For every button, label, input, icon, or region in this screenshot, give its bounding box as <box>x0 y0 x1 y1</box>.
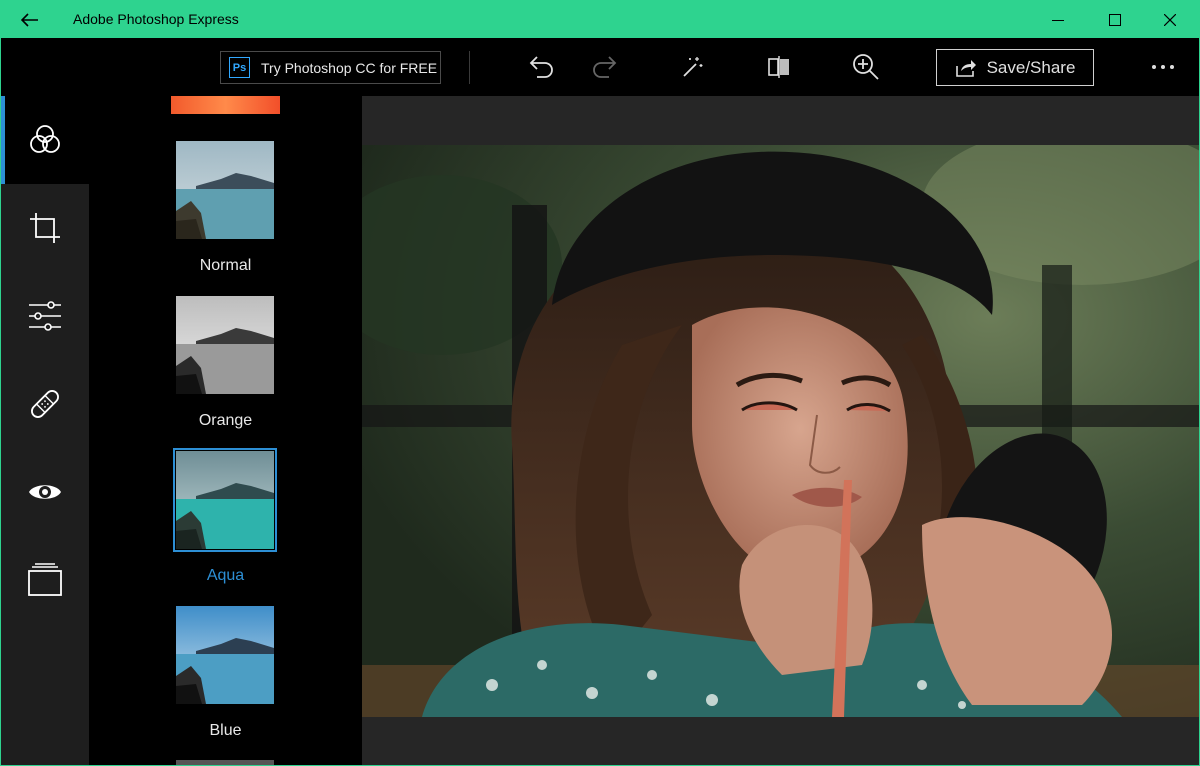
close-button[interactable] <box>1141 1 1199 38</box>
undo-icon <box>529 56 553 78</box>
close-icon <box>1164 13 1176 26</box>
crop-icon <box>30 213 60 243</box>
filter-label: Normal <box>199 257 252 274</box>
maximize-icon <box>1109 13 1121 26</box>
undo-button[interactable] <box>524 49 560 85</box>
magic-wand-icon <box>683 57 703 77</box>
edited-photo[interactable] <box>362 145 1199 717</box>
redo-button[interactable] <box>586 49 622 85</box>
toolbar-divider <box>469 51 470 84</box>
maximize-button[interactable] <box>1086 1 1144 38</box>
layers-icon <box>28 563 62 596</box>
try-photoshop-button[interactable]: Ps Try Photoshop CC for FREE <box>220 51 441 84</box>
filter-thumbnail-partial[interactable] <box>176 760 274 765</box>
looks-circles-icon <box>30 125 60 153</box>
rail-item-adjustments[interactable] <box>1 272 89 360</box>
rail-item-crop[interactable] <box>1 184 89 272</box>
try-photoshop-label: Try Photoshop CC for FREE <box>261 59 438 76</box>
top-toolbar: Ps Try Photoshop CC for FREE Save/Share <box>1 38 1199 96</box>
rail-item-red-eye[interactable] <box>1 448 89 536</box>
rail-item-borders[interactable] <box>1 536 89 624</box>
back-arrow-icon <box>21 12 38 27</box>
back-button[interactable] <box>1 1 59 38</box>
filter-thumbnail[interactable] <box>176 606 274 704</box>
filter-thumbnail[interactable] <box>176 141 274 239</box>
more-icon <box>1152 65 1156 69</box>
filter-label-selected: Aqua <box>206 567 245 584</box>
compare-button[interactable] <box>761 49 797 85</box>
image-canvas[interactable] <box>362 96 1199 765</box>
filter-thumbnail[interactable] <box>176 296 274 394</box>
filter-item-normal[interactable]: Normal <box>89 141 362 296</box>
minimize-button[interactable] <box>1029 1 1087 38</box>
save-share-icon <box>955 59 976 77</box>
bandage-icon <box>31 390 59 418</box>
tool-rail <box>1 96 89 765</box>
save-share-button[interactable]: Save/Share <box>936 49 1094 86</box>
zoom-in-icon <box>853 54 879 80</box>
minimize-icon <box>1052 19 1064 21</box>
filter-item-blue[interactable]: Blue <box>89 606 362 761</box>
save-share-label: Save/Share <box>986 57 1076 77</box>
sliders-icon <box>29 301 61 331</box>
filter-thumbnail-partial[interactable] <box>171 96 280 114</box>
compare-icon <box>768 56 789 78</box>
window-title: Adobe Photoshop Express <box>73 11 239 27</box>
redo-icon <box>593 56 617 78</box>
photoshop-logo-icon: Ps <box>229 57 250 78</box>
filter-label: Orange <box>198 412 253 429</box>
filter-thumbnail-selected[interactable] <box>173 448 277 552</box>
more-button[interactable] <box>1141 49 1185 85</box>
auto-fix-button[interactable] <box>675 49 711 85</box>
filter-item-orange[interactable]: Orange <box>89 296 362 451</box>
eye-icon <box>29 485 61 499</box>
rail-item-heal[interactable] <box>1 360 89 448</box>
title-bar: Adobe Photoshop Express <box>1 1 1199 38</box>
filter-item-aqua[interactable]: Aqua <box>89 448 362 606</box>
filter-panel: Normal Orange Aqua Blue <box>89 96 362 765</box>
app-window: Adobe Photoshop Express Ps Try Photoshop… <box>0 0 1200 766</box>
filter-label: Blue <box>209 722 242 739</box>
rail-item-looks[interactable] <box>1 96 89 184</box>
zoom-button[interactable] <box>848 49 884 85</box>
